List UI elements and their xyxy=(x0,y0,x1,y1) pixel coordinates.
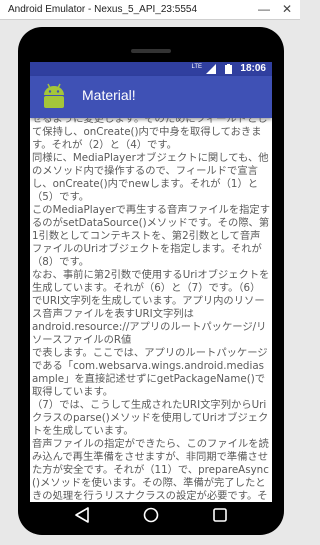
minimize-button[interactable]: — xyxy=(258,2,270,16)
signal-icon xyxy=(206,64,216,74)
app-bar: Material! xyxy=(30,76,272,118)
phone-frame: LTE 18:06 Material! せるように変更します。そのためにフィール… xyxy=(18,27,284,535)
network-type-label: LTE xyxy=(191,64,202,70)
navigation-bar xyxy=(30,502,272,528)
close-button[interactable]: ✕ xyxy=(282,2,292,16)
content-body: せるように変更します。そのためにフィールドとして保持し、onCreate()内で… xyxy=(30,118,272,502)
android-icon xyxy=(44,83,64,108)
status-time: 18:06 xyxy=(240,63,266,74)
body-text: せるように変更します。そのためにフィールドとして保持し、onCreate()内で… xyxy=(32,118,271,502)
earpiece-speaker xyxy=(131,49,171,53)
recents-square-icon[interactable] xyxy=(210,506,230,524)
battery-icon xyxy=(225,64,232,74)
emulator-titlebar: Android Emulator - Nexus_5_API_23:5554 —… xyxy=(0,0,300,20)
home-circle-icon[interactable] xyxy=(141,506,161,524)
back-triangle-icon[interactable] xyxy=(72,506,92,524)
window-title: Android Emulator - Nexus_5_API_23:5554 xyxy=(8,4,198,15)
scroll-content[interactable]: せるように変更します。そのためにフィールドとして保持し、onCreate()内で… xyxy=(30,118,272,502)
device-screen: LTE 18:06 Material! せるように変更します。そのためにフィール… xyxy=(30,62,272,502)
app-title: Material! xyxy=(82,87,136,103)
status-bar: LTE 18:06 xyxy=(30,62,272,76)
